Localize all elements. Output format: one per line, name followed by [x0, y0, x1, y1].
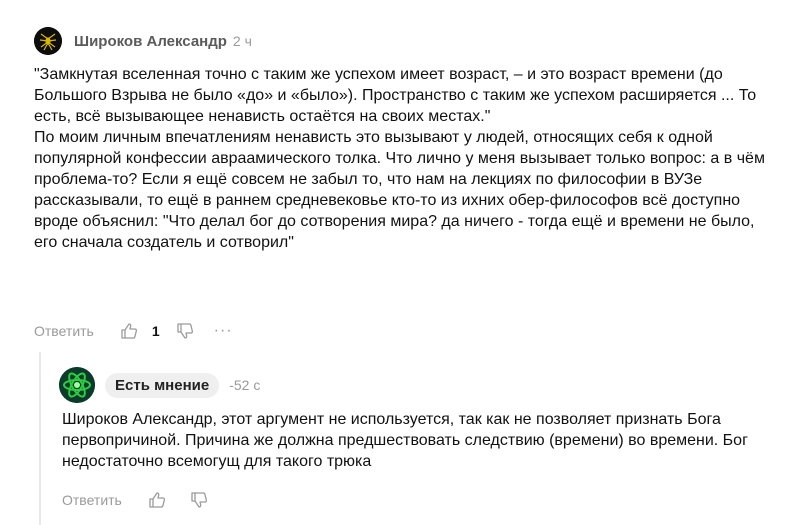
- like-count: 1: [151, 323, 160, 339]
- comment-actions: Ответить 1 ···: [34, 322, 233, 340]
- reply-time: -52 с: [229, 377, 261, 393]
- thumbs-up-icon: [149, 492, 165, 508]
- reply-button[interactable]: Ответить: [34, 323, 94, 339]
- comment-paragraph: По моим личным впечатлениям ненависть эт…: [34, 129, 765, 251]
- like-button[interactable]: [120, 322, 138, 340]
- reply-text: Широков Александр, этот аргумент не испо…: [62, 411, 748, 470]
- thumbs-up-icon: [121, 323, 137, 339]
- thumbs-down-icon: [176, 323, 193, 339]
- reply-avatar[interactable]: [59, 367, 95, 403]
- comment-header: Широков Александр 2 ч: [34, 27, 252, 55]
- comment-time: 2 ч: [232, 33, 252, 49]
- reply-header: Есть мнение -52 с: [59, 367, 260, 403]
- thumbs-down-icon: [191, 492, 207, 508]
- thread-line: [39, 352, 41, 525]
- avatar[interactable]: [34, 27, 62, 55]
- reply-like-button[interactable]: [148, 491, 166, 509]
- comment-text: "Замкнутая вселенная точно с таким же ус…: [34, 64, 779, 253]
- comment-paragraph: "Замкнутая вселенная точно с таким же ус…: [34, 66, 757, 125]
- atom-icon: [59, 367, 95, 403]
- reply-actions: Ответить: [62, 491, 208, 509]
- more-options-button[interactable]: ···: [214, 322, 233, 340]
- reply-author-badge[interactable]: Есть мнение: [105, 372, 220, 398]
- dislike-button[interactable]: [176, 322, 194, 340]
- spider-icon: [34, 27, 62, 55]
- reply-dislike-button[interactable]: [190, 491, 208, 509]
- author-name[interactable]: Широков Александр: [74, 33, 227, 50]
- reply-reply-button[interactable]: Ответить: [62, 492, 122, 508]
